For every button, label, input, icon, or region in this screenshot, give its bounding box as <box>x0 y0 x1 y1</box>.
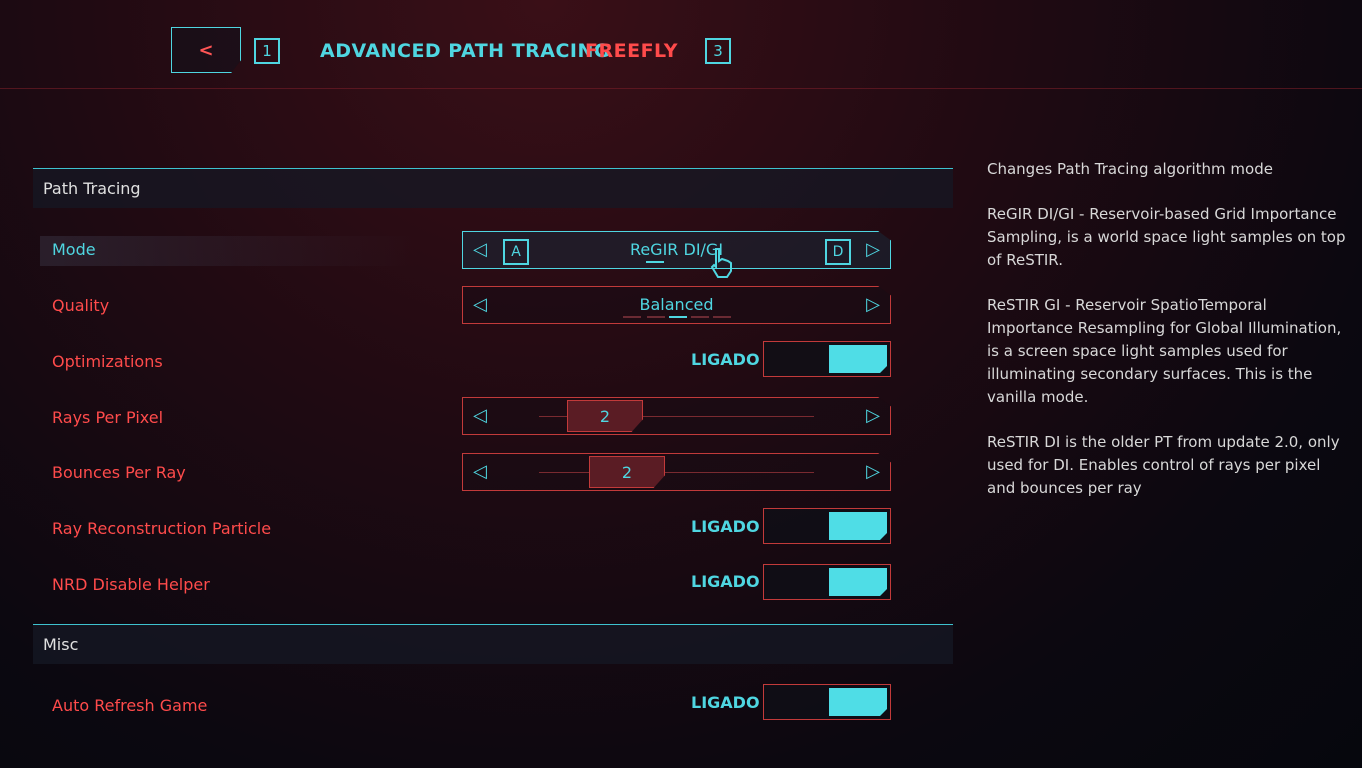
toggle-knob <box>829 688 887 716</box>
slider-thumb[interactable]: 2 <box>589 456 665 488</box>
quality-position-indicator <box>623 316 733 318</box>
bounces-per-ray-label: Bounces Per Ray <box>52 463 186 482</box>
section-title: Path Tracing <box>43 179 141 198</box>
toggle-knob <box>829 512 887 540</box>
ray-reconstruction-particle-state: LIGADO <box>691 517 760 536</box>
section-header-misc: Misc <box>33 624 953 664</box>
arrow-right-icon[interactable]: ▷ <box>866 405 880 426</box>
position-dot-active <box>669 316 687 318</box>
optimizations-label: Optimizations <box>52 352 163 371</box>
auto-refresh-game-toggle[interactable] <box>763 684 891 720</box>
auto-refresh-game-label: Auto Refresh Game <box>52 696 208 715</box>
position-dot-active <box>646 261 664 263</box>
mode-label: Mode <box>52 240 96 259</box>
arrow-right-icon[interactable]: ▷ <box>866 239 880 260</box>
ray-reconstruction-particle-toggle[interactable] <box>763 508 891 544</box>
slider-track <box>539 472 814 473</box>
ray-reconstruction-particle-label: Ray Reconstruction Particle <box>52 519 272 538</box>
rays-per-pixel-label: Rays Per Pixel <box>52 408 164 427</box>
tab-advanced-path-tracing[interactable]: ADVANCED PATH TRACING <box>320 40 610 62</box>
arrow-right-icon[interactable]: ▷ <box>866 461 880 482</box>
arrow-left-icon[interactable]: ◁ <box>473 461 487 482</box>
header-divider <box>0 88 1362 89</box>
description-paragraph: Changes Path Tracing algorithm mode <box>987 160 1273 178</box>
quality-value: Balanced <box>639 295 714 314</box>
rays-per-pixel-slider[interactable]: ◁ 2 ▷ <box>462 397 891 435</box>
slider-thumb[interactable]: 2 <box>567 400 643 432</box>
quality-label: Quality <box>52 296 110 315</box>
key-hint-d: D <box>825 239 851 265</box>
description-paragraph: ReGIR DI/GI - Reservoir-based Grid Impor… <box>987 205 1346 269</box>
quality-selector[interactable]: ◁ Balanced ▷ <box>462 286 891 324</box>
position-dot <box>691 316 709 318</box>
description-paragraph: ReSTIR DI is the older PT from update 2.… <box>987 433 1340 497</box>
nrd-disable-helper-label: NRD Disable Helper <box>52 575 210 594</box>
hand-pointer-icon <box>710 248 732 278</box>
nrd-disable-helper-toggle[interactable] <box>763 564 891 600</box>
optimizations-toggle[interactable] <box>763 341 891 377</box>
mode-selector[interactable]: ◁ A ReGIR DI/GI D ▷ <box>462 231 891 269</box>
toggle-knob <box>829 345 887 373</box>
auto-refresh-game-state: LIGADO <box>691 693 760 712</box>
bounces-per-ray-value: 2 <box>621 462 633 482</box>
back-button[interactable]: < <box>171 27 241 73</box>
rays-per-pixel-value: 2 <box>599 406 611 426</box>
section-title: Misc <box>43 635 79 654</box>
arrow-right-icon[interactable]: ▷ <box>866 294 880 315</box>
position-dot <box>647 316 665 318</box>
description-paragraph: ReSTIR GI - Reservoir SpatioTemporal Imp… <box>987 296 1342 406</box>
position-dot <box>713 316 731 318</box>
bounces-per-ray-slider[interactable]: ◁ 2 ▷ <box>462 453 891 491</box>
arrow-left-icon[interactable]: ◁ <box>473 405 487 426</box>
nrd-disable-helper-state: LIGADO <box>691 572 760 591</box>
key-hint-prev: 1 <box>254 38 280 64</box>
tab-freefly[interactable]: FREEFLY <box>585 40 678 62</box>
position-dot <box>623 316 641 318</box>
row-highlight <box>40 236 420 266</box>
key-hint-next: 3 <box>705 38 731 64</box>
optimizations-state: LIGADO <box>691 350 760 369</box>
description-panel: Changes Path Tracing algorithm mode ReGI… <box>987 158 1347 522</box>
section-header-path-tracing: Path Tracing <box>33 168 953 208</box>
toggle-knob <box>829 568 887 596</box>
